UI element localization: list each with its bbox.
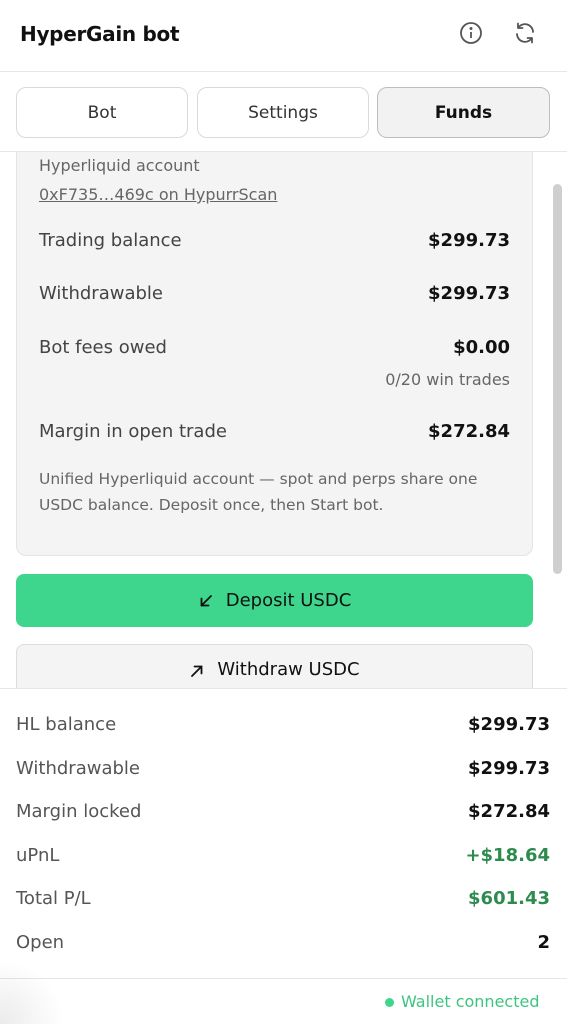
account-card: Hyperliquid account 0xF735…469c on Hypur… (16, 152, 533, 556)
summary-withdrawable-value: $299.73 (468, 758, 550, 779)
trading-balance-label: Trading balance (39, 230, 182, 251)
arrow-down-left-icon (200, 594, 212, 606)
margin-locked-value: $272.84 (468, 801, 550, 822)
hypurrscan-link[interactable]: 0xF735…469c on HypurrScan (39, 185, 277, 204)
margin-open-value: $272.84 (428, 421, 510, 442)
total-pl-value: $601.43 (468, 888, 550, 909)
bot-fees-label: Bot fees owed (39, 337, 167, 358)
margin-open-label: Margin in open trade (39, 421, 227, 442)
trading-balance-value: $299.73 (428, 230, 510, 251)
withdrawable-value: $299.73 (428, 283, 510, 304)
corner-shadow (0, 964, 70, 1024)
bot-fees-value: $0.00 (453, 337, 510, 358)
info-icon[interactable] (457, 19, 485, 47)
tab-settings[interactable]: Settings (197, 87, 369, 138)
margin-locked-label: Margin locked (16, 801, 142, 822)
summary-panel: HL balance $299.73 Withdrawable $299.73 … (0, 688, 567, 978)
hl-balance-value: $299.73 (468, 714, 550, 735)
summary-withdrawable-label: Withdrawable (16, 758, 140, 779)
connection-status-dot (385, 998, 394, 1007)
status-footer: Wallet connected (0, 978, 567, 1024)
scrollbar-thumb[interactable] (553, 184, 562, 574)
open-count-value: 2 (537, 932, 550, 953)
tab-funds[interactable]: Funds (377, 87, 550, 138)
upnl-label: uPnL (16, 845, 60, 866)
hl-balance-label: HL balance (16, 714, 117, 735)
account-label: Hyperliquid account (39, 156, 200, 175)
upnl-value: +$18.64 (465, 845, 550, 866)
open-label: Open (16, 932, 65, 953)
funds-scroll-area[interactable]: Hyperliquid account 0xF735…469c on Hypur… (0, 152, 567, 688)
wallet-status: Wallet connected (401, 992, 540, 1011)
tab-bar: Bot Settings Funds (0, 72, 567, 152)
account-note: Unified Hyperliquid account — spot and p… (39, 470, 478, 514)
deposit-label: Deposit USDC (225, 590, 352, 611)
withdraw-label: Withdraw USDC (217, 659, 360, 680)
refresh-icon[interactable] (511, 19, 539, 47)
app-header: HyperGain bot (0, 0, 567, 72)
tab-bot[interactable]: Bot (16, 87, 188, 138)
arrow-up-right-icon (191, 665, 203, 677)
app-title: HyperGain bot (20, 22, 180, 46)
deposit-button[interactable]: Deposit USDC (16, 574, 533, 627)
withdraw-button[interactable]: Withdraw USDC (16, 644, 533, 688)
win-trades-count: 0/20 win trades (385, 370, 510, 389)
withdrawable-label: Withdrawable (39, 283, 163, 304)
total-pl-label: Total P/L (16, 888, 91, 909)
